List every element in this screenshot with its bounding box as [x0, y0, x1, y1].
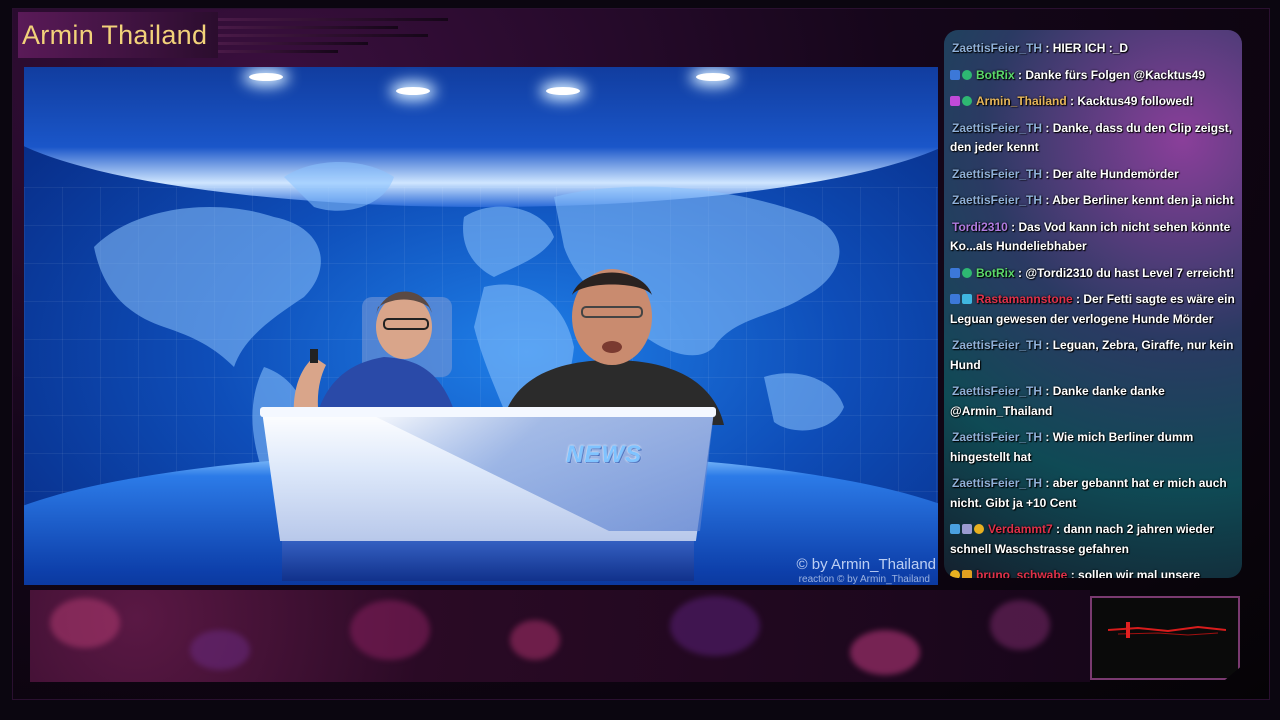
- verified-icon: [962, 267, 972, 278]
- stream-title: Armin Thailand: [22, 20, 208, 50]
- title-decoration: [218, 18, 458, 58]
- chat-text: : Danke fürs Folgen @Kacktus49: [1018, 67, 1206, 82]
- coin-icon: [950, 570, 960, 578]
- chat-username[interactable]: BotRix: [976, 68, 1015, 82]
- video-scene[interactable]: NEWS © by Armin_Thailand reaction © by A…: [24, 67, 938, 585]
- ceiling-light: [696, 73, 730, 81]
- chat-message: ZaettisFeier_TH : Aber Berliner kennt de…: [944, 189, 1242, 216]
- bot-icon: [950, 267, 960, 278]
- bot-icon: [950, 69, 960, 80]
- gem-icon: [950, 524, 960, 534]
- chat-username[interactable]: ZaettisFeier_TH: [952, 430, 1042, 444]
- desk-top: [260, 407, 716, 417]
- verified-icon: [962, 96, 972, 106]
- watermark-small: reaction © by Armin_Thailand: [798, 574, 930, 585]
- chat-message: ZaettisFeier_TH : Danke, dass du den Cli…: [944, 117, 1242, 163]
- chat-message: ZaettisFeier_TH : Leguan, Zebra, Giraffe…: [944, 334, 1242, 380]
- chat-username[interactable]: Rastamannstone: [976, 292, 1073, 306]
- chat-username[interactable]: ZaettisFeier_TH: [952, 338, 1042, 352]
- bottom-bar: [30, 590, 1090, 682]
- presenter-right: [502, 269, 724, 425]
- chat-message: ZaettisFeier_TH : aber gebannt hat er mi…: [944, 472, 1242, 518]
- bot-icon: [950, 294, 960, 304]
- verified-icon: [962, 69, 972, 80]
- chat-text: : HIER ICH :_D: [1045, 41, 1129, 55]
- chat-text: : Kacktus49 followed!: [1070, 94, 1194, 108]
- chat-message: ZaettisFeier_TH : Danke danke danke @Arm…: [944, 380, 1242, 426]
- desk-base: [282, 541, 694, 581]
- chat-message: ZaettisFeier_TH : HIER ICH :_D: [944, 37, 1242, 64]
- crown-icon: [962, 570, 972, 578]
- chat-text: : Der alte Hundemörder: [1045, 166, 1179, 181]
- chat-username[interactable]: ZaettisFeier_TH: [952, 476, 1042, 490]
- chat-text: : @Tordi2310 du hast Level 7 erreicht!: [1018, 265, 1235, 280]
- ceiling-light: [546, 87, 580, 95]
- chat-username[interactable]: ZaettisFeier_TH: [952, 384, 1042, 398]
- subscriber-icon: [962, 294, 972, 304]
- chat-username[interactable]: BotRix: [976, 266, 1015, 280]
- chat-message: Verdammt7 : dann nach 2 jahren wieder sc…: [944, 518, 1242, 564]
- chat-username[interactable]: ZaettisFeier_TH: [952, 121, 1042, 135]
- minimap-panel: [1090, 596, 1240, 680]
- chat-username[interactable]: ZaettisFeier_TH: [952, 41, 1042, 55]
- chat-message: Rastamannstone : Der Fetti sagte es wäre…: [944, 288, 1242, 334]
- chat-message: ZaettisFeier_TH : Der alte Hundemörder: [944, 163, 1242, 190]
- flag-icon: [962, 524, 972, 534]
- chat-message: BotRix : @Tordi2310 du hast Level 7 erre…: [944, 262, 1242, 289]
- chat-message: bruno_schwabe : sollen wir mal unsere Be…: [944, 564, 1242, 578]
- news-logo: NEWS: [566, 441, 642, 468]
- chat-username[interactable]: Tordi2310: [952, 220, 1008, 234]
- chat-text: : Aber Berliner kennt den ja nicht: [1045, 193, 1234, 207]
- chat-username[interactable]: ZaettisFeier_TH: [952, 167, 1042, 181]
- watermark: © by Armin_Thailand: [796, 556, 936, 573]
- presenter-left: [293, 291, 459, 427]
- broadcaster-icon: [950, 96, 960, 106]
- chat-message: Tordi2310 : Das Vod kann ich nicht sehen…: [944, 216, 1242, 262]
- ceiling-light: [396, 87, 430, 95]
- chat-username[interactable]: bruno_schwabe: [976, 568, 1067, 578]
- coin-icon: [974, 524, 984, 534]
- chat-message: ZaettisFeier_TH : Wie mich Berliner dumm…: [944, 426, 1242, 472]
- chat-message: Armin_Thailand : Kacktus49 followed!: [944, 90, 1242, 117]
- chat-message: BotRix : Danke fürs Folgen @Kacktus49: [944, 64, 1242, 91]
- chat-username[interactable]: Verdammt7: [988, 522, 1053, 536]
- ceiling-light: [249, 73, 283, 81]
- minimap-signal: [1108, 622, 1226, 638]
- chat-username[interactable]: ZaettisFeier_TH: [952, 193, 1042, 207]
- chat-panel[interactable]: ZaettisFeier_TH : HIER ICH :_D BotRix : D…: [944, 30, 1242, 578]
- chat-username[interactable]: Armin_Thailand: [976, 94, 1067, 108]
- chat-message-list: ZaettisFeier_TH : HIER ICH :_D BotRix : D…: [944, 30, 1242, 578]
